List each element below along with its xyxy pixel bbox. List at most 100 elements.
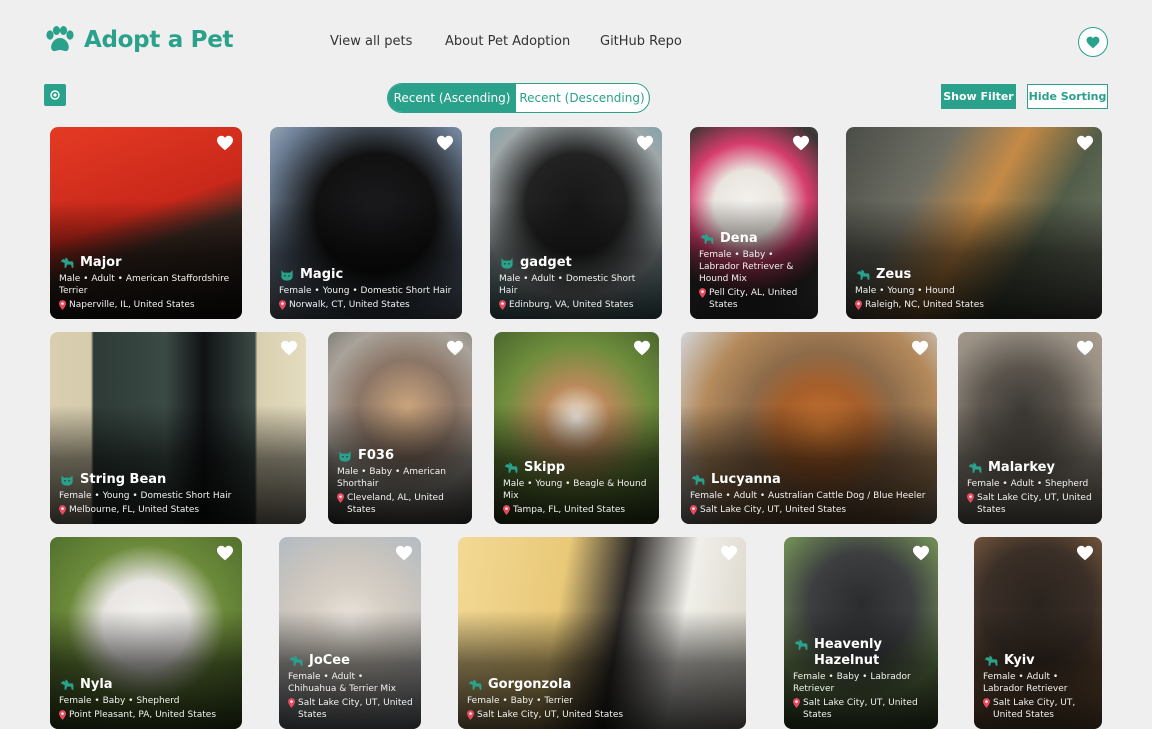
pet-location-text: Salt Lake City, UT, United States xyxy=(700,505,847,515)
pet-description: Female • Young • Domestic Short Hair xyxy=(59,491,232,501)
pet-card[interactable]: Gorgonzola Female • Baby • Terrier Salt … xyxy=(458,537,746,729)
pet-location: Salt Lake City, UT, United States xyxy=(467,709,738,721)
favorite-heart-icon[interactable] xyxy=(911,340,929,356)
pet-info: F036 Male • Baby • American Shorthair Cl… xyxy=(337,448,464,516)
favorite-heart-icon[interactable] xyxy=(1076,135,1094,151)
map-pin-icon xyxy=(59,505,66,515)
pet-description: Female • Baby • Terrier xyxy=(467,696,573,706)
pet-name: Dena xyxy=(720,231,758,246)
favorite-heart-icon[interactable] xyxy=(216,545,234,561)
favorite-heart-icon[interactable] xyxy=(792,135,810,151)
nav-view-all-pets[interactable]: View all pets xyxy=(330,34,412,49)
favorite-heart-icon[interactable] xyxy=(446,340,464,356)
pet-name: Nyla xyxy=(80,677,113,692)
pet-description: Female • Adult • Australian Cattle Dog /… xyxy=(690,491,926,501)
pet-info: Magic Female • Young • Domestic Short Ha… xyxy=(279,267,454,311)
pet-location-text: Raleigh, NC, United States xyxy=(865,300,984,310)
pet-name-row: Nyla xyxy=(59,677,234,693)
pet-location: Edinburg, VA, United States xyxy=(499,299,654,311)
pet-card[interactable]: Lucyanna Female • Adult • Australian Cat… xyxy=(681,332,937,524)
favorite-heart-icon[interactable] xyxy=(720,545,738,561)
dog-icon xyxy=(691,474,705,485)
favorite-heart-icon[interactable] xyxy=(1076,545,1094,561)
dog-icon xyxy=(856,269,870,280)
pet-name: Zeus xyxy=(876,267,912,282)
pet-location-text: Salt Lake City, UT, United States xyxy=(477,710,624,720)
pet-location: Salt Lake City, UT, United States xyxy=(793,697,930,721)
sort-descending-button[interactable]: Recent (Descending) xyxy=(516,84,648,112)
map-pin-icon xyxy=(967,493,974,503)
logo-link[interactable]: Adopt a Pet xyxy=(44,26,234,54)
pet-name-row: String Bean xyxy=(59,472,298,488)
favorites-button[interactable] xyxy=(1078,27,1108,57)
dog-icon xyxy=(968,462,982,473)
pet-name: JoCee xyxy=(309,653,350,668)
pet-name: String Bean xyxy=(80,472,167,487)
favorite-heart-icon[interactable] xyxy=(436,135,454,151)
map-pin-icon xyxy=(503,505,510,515)
pet-name-row: Kyiv xyxy=(983,653,1094,669)
pet-location-text: Pell City, AL, United States xyxy=(709,288,798,310)
pet-card[interactable]: String Bean Female • Young • Domestic Sh… xyxy=(50,332,306,524)
favorite-heart-icon[interactable] xyxy=(280,340,298,356)
dog-icon xyxy=(289,655,303,666)
pet-location-text: Naperville, IL, United States xyxy=(69,300,195,310)
map-pin-icon xyxy=(288,698,295,708)
dog-icon xyxy=(700,233,714,244)
map-pin-icon xyxy=(59,300,66,310)
pet-name: Major xyxy=(80,255,122,270)
cat-icon xyxy=(339,451,351,462)
map-pin-icon xyxy=(279,300,286,310)
pet-location-text: Salt Lake City, UT, United States xyxy=(803,698,918,720)
map-pin-icon xyxy=(855,300,862,310)
nav-github-repo[interactable]: GitHub Repo xyxy=(600,34,682,49)
pet-card[interactable]: Magic Female • Young • Domestic Short Ha… xyxy=(270,127,462,319)
pet-card[interactable]: Heavenly Hazelnut Female • Baby • Labrad… xyxy=(784,537,938,729)
pet-description: Male • Adult • American Staffordshire Te… xyxy=(59,274,230,296)
logo-text: Adopt a Pet xyxy=(84,27,234,53)
pet-name-row: Dena xyxy=(699,231,810,247)
pet-name: Gorgonzola xyxy=(488,677,572,692)
pet-card[interactable]: Kyiv Female • Adult • Labrador Retriever… xyxy=(974,537,1102,729)
cat-icon xyxy=(501,258,513,269)
favorite-heart-icon[interactable] xyxy=(216,135,234,151)
pet-location: Cleveland, AL, United States xyxy=(337,492,464,516)
pet-location-text: Salt Lake City, UT, United States xyxy=(977,493,1092,515)
pet-card[interactable]: Major Male • Adult • American Staffordsh… xyxy=(50,127,242,319)
locate-button[interactable] xyxy=(44,84,66,106)
pet-card[interactable]: gadget Male • Adult • Domestic Short Hai… xyxy=(490,127,662,319)
pet-name-row: Zeus xyxy=(855,267,1094,283)
pet-card[interactable]: Zeus Male • Young • Hound Raleigh, NC, U… xyxy=(846,127,1102,319)
favorite-heart-icon[interactable] xyxy=(912,545,930,561)
pet-location-text: Tampa, FL, United States xyxy=(513,505,626,515)
sort-ascending-button[interactable]: Recent (Ascending) xyxy=(388,84,516,112)
map-pin-icon xyxy=(499,300,506,310)
hide-sorting-button[interactable]: Hide Sorting xyxy=(1027,84,1108,109)
pet-card[interactable]: Dena Female • Baby • Labrador Retriever … xyxy=(690,127,818,319)
nav-about-pet-adoption[interactable]: About Pet Adoption xyxy=(445,34,570,49)
pet-name: Lucyanna xyxy=(711,472,781,487)
pet-description: Female • Baby • Labrador Retriever & Hou… xyxy=(699,250,794,284)
pet-name: Kyiv xyxy=(1004,653,1035,668)
favorite-heart-icon[interactable] xyxy=(636,135,654,151)
pet-card[interactable]: Skipp Male • Young • Beagle & Hound Mix … xyxy=(494,332,659,524)
show-filter-button[interactable]: Show Filter xyxy=(941,84,1016,109)
pet-description: Female • Baby • Shepherd xyxy=(59,696,180,706)
map-pin-icon xyxy=(690,505,697,515)
favorite-heart-icon[interactable] xyxy=(1076,340,1094,356)
pet-info: String Bean Female • Young • Domestic Sh… xyxy=(59,472,298,516)
pet-card[interactable]: F036 Male • Baby • American Shorthair Cl… xyxy=(328,332,472,524)
pet-card[interactable]: Nyla Female • Baby • Shepherd Point Plea… xyxy=(50,537,242,729)
cat-icon xyxy=(61,475,73,486)
pet-name: Heavenly Hazelnut xyxy=(814,637,882,668)
favorite-heart-icon[interactable] xyxy=(395,545,413,561)
dog-icon xyxy=(984,655,998,666)
map-pin-icon xyxy=(793,698,800,708)
pet-card[interactable]: JoCee Female • Adult • Chihuahua & Terri… xyxy=(279,537,421,729)
pet-location-text: Melbourne, FL, United States xyxy=(69,505,200,515)
pet-name-row: F036 xyxy=(337,448,464,464)
pet-name-row: gadget xyxy=(499,255,654,271)
pet-card[interactable]: Malarkey Female • Adult • Shepherd Salt … xyxy=(958,332,1102,524)
favorite-heart-icon[interactable] xyxy=(633,340,651,356)
pet-info: JoCee Female • Adult • Chihuahua & Terri… xyxy=(288,653,413,721)
